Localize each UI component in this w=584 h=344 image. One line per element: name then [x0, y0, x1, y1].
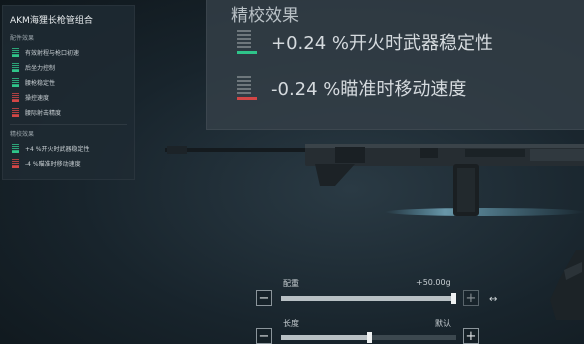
length-decrease-button[interactable]: − [256, 328, 272, 344]
length-slider-thumb[interactable] [366, 332, 372, 343]
effect-text: 有效射程与枪口初速 [25, 50, 80, 57]
weight-slider-label: 配重 [283, 279, 299, 288]
attachment-effects-label: 配件效果 [10, 35, 35, 42]
resize-arrows-icon: ↔ [489, 294, 498, 305]
attachment-info-panel: AKM海狸长枪管组合 配件效果 有效射程与枪口初速 后坐力控制 腰枪稳定性 操控… [2, 5, 135, 180]
tooltip-effect-text: -0.24 %瞄准时移动速度 [271, 79, 467, 100]
weight-decrease-button[interactable]: − [256, 290, 272, 306]
effect-text: 后坐力控制 [25, 65, 56, 72]
stat-up-icon [12, 48, 19, 57]
tuning-text: -4 %瞄准时移动速度 [25, 161, 81, 168]
effect-text: 腰枪稳定性 [25, 80, 56, 87]
stat-down-icon [12, 159, 19, 168]
tuning-tooltip: 精校效果 +0.24 %开火时武器稳定性 -0.24 %瞄准时移动速度 [206, 0, 584, 130]
side-object-silhouette [550, 250, 584, 320]
stat-down-icon [12, 93, 19, 102]
effect-row: 操控速度 [10, 90, 127, 105]
attachment-name: AKM海狸长枪管组合 [10, 16, 93, 26]
tooltip-effect-text: +0.24 %开火时武器稳定性 [271, 33, 493, 54]
effect-text: 操控速度 [25, 95, 50, 102]
tuning-row: +4 %开火时武器稳定性 [10, 141, 127, 156]
tuning-row: -4 %瞄准时移动速度 [10, 156, 127, 171]
stat-down-icon [237, 76, 257, 100]
weapon-model [165, 144, 584, 216]
effect-row: 后坐力控制 [10, 60, 127, 75]
length-slider-fill [281, 335, 369, 340]
length-slider-track[interactable] [281, 332, 456, 343]
weight-slider-track[interactable] [281, 293, 456, 304]
length-value: 默认 [435, 319, 451, 328]
tooltip-title: 精校效果 [231, 6, 299, 26]
effect-row: 腰际射击精度 [10, 105, 127, 120]
effect-row: 腰枪稳定性 [10, 75, 127, 90]
stat-up-icon [12, 144, 19, 153]
tooltip-effect-row: +0.24 %开火时武器稳定性 [237, 29, 493, 55]
tuning-effects-label: 精校效果 [10, 131, 35, 138]
stat-down-icon [12, 108, 19, 117]
effect-row: 有效射程与枪口初速 [10, 45, 127, 60]
tooltip-effect-row: -0.24 %瞄准时移动速度 [237, 75, 466, 101]
weight-slider-thumb[interactable] [451, 293, 456, 304]
stat-up-icon [12, 63, 19, 72]
weight-slider-fill [281, 296, 456, 301]
length-slider-label: 长度 [283, 319, 299, 328]
length-increase-button[interactable]: + [463, 328, 479, 344]
effect-text: 腰际射击精度 [25, 110, 62, 117]
stat-up-icon [12, 78, 19, 87]
tuning-text: +4 %开火时武器稳定性 [25, 146, 90, 153]
weight-value: +50.00g [416, 278, 451, 287]
section-divider [10, 124, 127, 125]
weight-increase-button[interactable]: + [463, 290, 479, 306]
stat-up-icon [237, 30, 257, 54]
